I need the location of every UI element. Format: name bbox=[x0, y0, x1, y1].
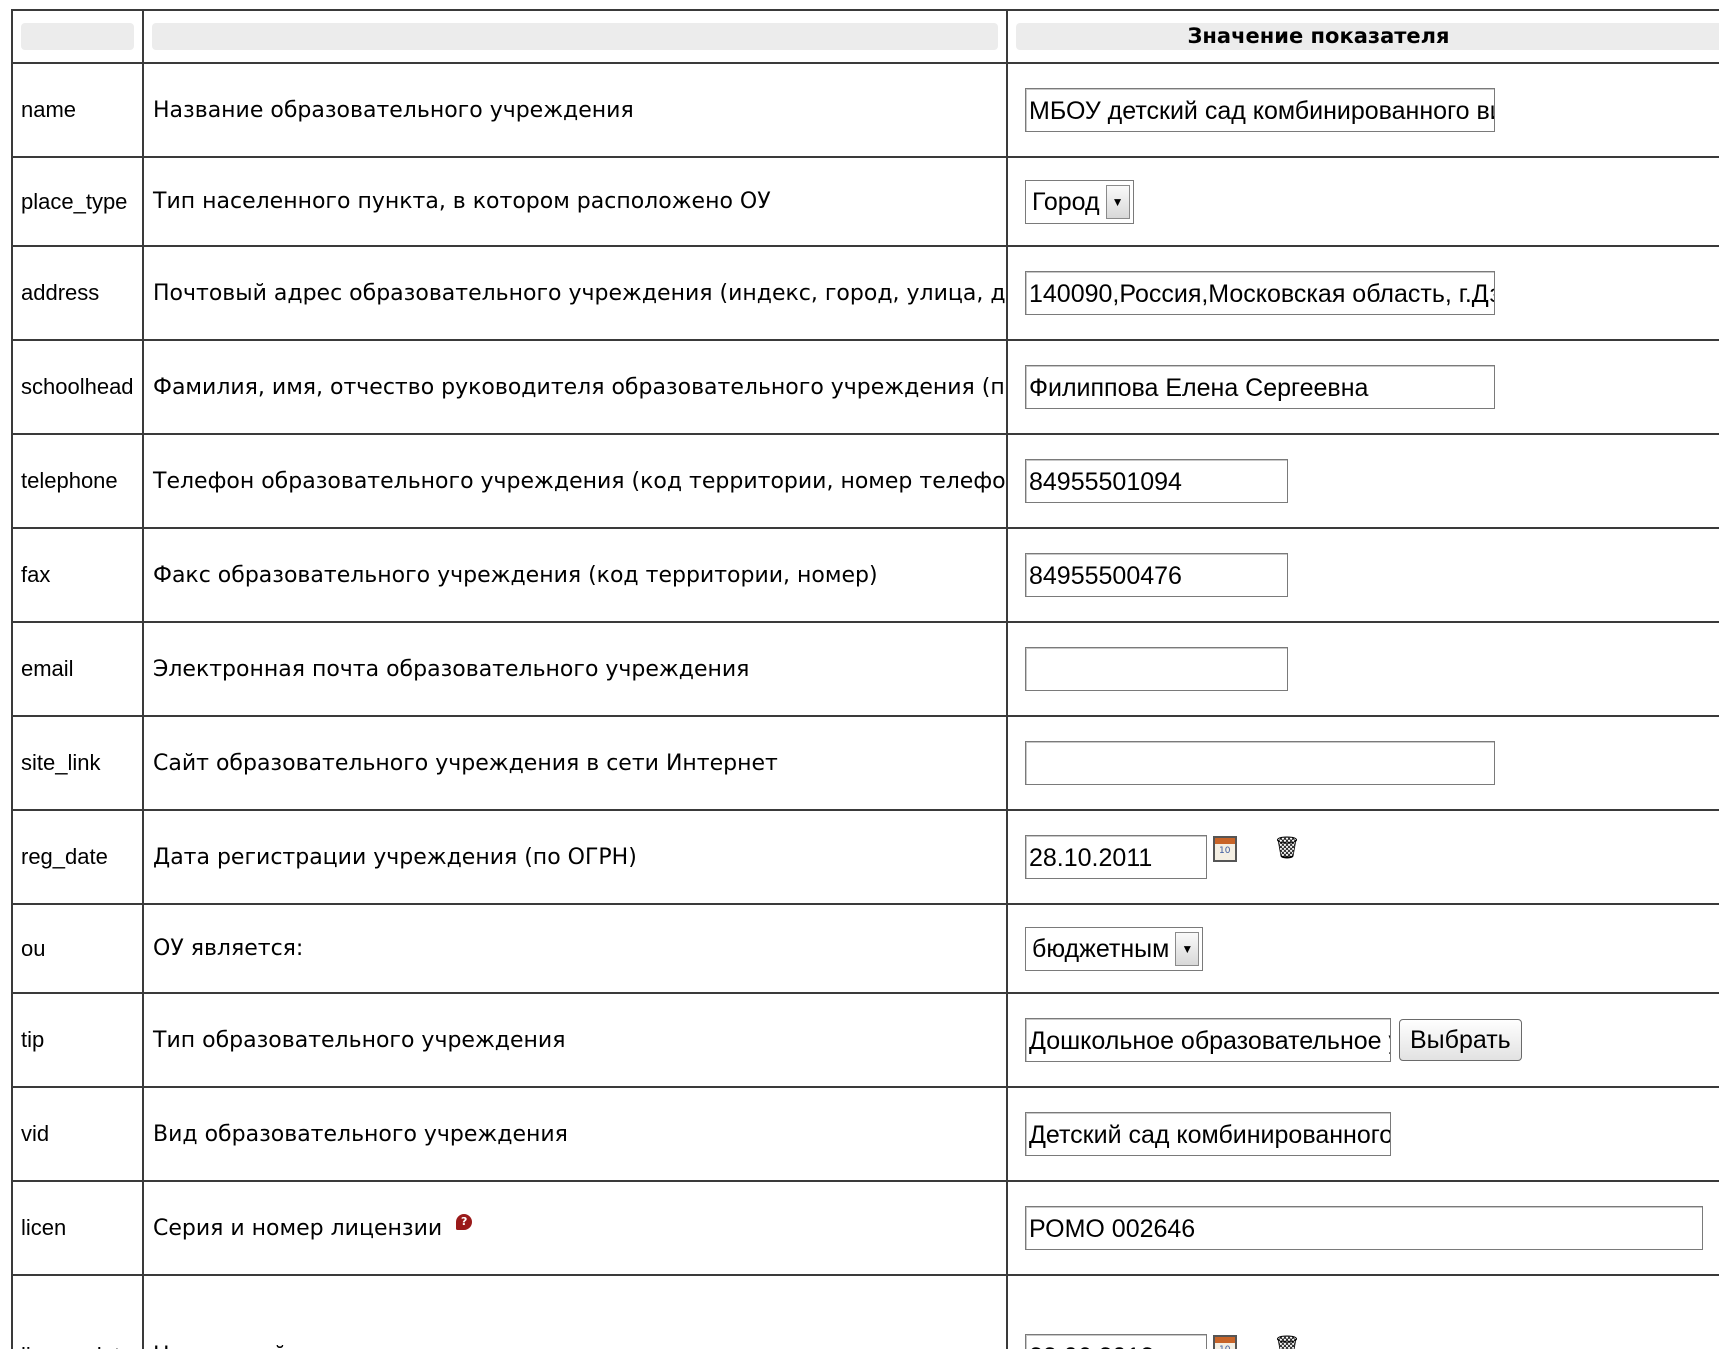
field-label: Вид образовательного учреждения bbox=[142, 1086, 1008, 1182]
table-row: telephone Телефон образовательного учреж… bbox=[11, 433, 1719, 529]
place-type-selected: Город bbox=[1032, 187, 1100, 216]
vid-input[interactable]: Детский сад комбинированного ви, bbox=[1025, 1112, 1391, 1156]
field-label: Начало действия лицензии bbox=[142, 1274, 1008, 1349]
site-link-input[interactable] bbox=[1025, 741, 1495, 785]
header-cell-value: Значение показателя bbox=[1006, 9, 1719, 64]
field-code: licen bbox=[11, 1180, 144, 1276]
table-row: email Электронная почта образовательного… bbox=[11, 621, 1719, 717]
field-code: tip bbox=[11, 992, 144, 1088]
header-cell-label bbox=[142, 9, 1008, 64]
field-label: Дата регистрации учреждения (по ОГРН) bbox=[142, 809, 1008, 905]
field-code: place_type bbox=[11, 156, 144, 247]
field-value-cell: 84955501094 bbox=[1006, 433, 1719, 529]
calendar-icon[interactable] bbox=[1213, 836, 1237, 862]
licen-sdate-wrap: 22.06.2012 🗑 bbox=[1025, 1334, 1719, 1349]
field-value-cell: 84955500476 bbox=[1006, 527, 1719, 623]
chevron-down-icon[interactable]: ▼ bbox=[1105, 184, 1130, 219]
table-row: vid Вид образовательного учреждения Детс… bbox=[11, 1086, 1719, 1182]
field-value-cell: Город ▼ bbox=[1006, 156, 1719, 247]
table-header-row: Значение показателя bbox=[11, 9, 1719, 64]
field-value-cell: Филиппова Елена Сергеевна bbox=[1006, 339, 1719, 435]
field-label-text: Начало действия лицензии bbox=[153, 1334, 1005, 1349]
table-row: address Почтовый адрес образовательного … bbox=[11, 245, 1719, 341]
reg-date-input[interactable]: 28.10.2011 bbox=[1025, 835, 1207, 879]
field-label: Тип населенного пункта, в котором распол… bbox=[142, 156, 1008, 247]
form-sheet: Значение показателя name Название образо… bbox=[0, 0, 1719, 1349]
field-code: licen_sdate bbox=[11, 1274, 144, 1349]
field-code: name bbox=[11, 62, 144, 158]
licen-sdate-input[interactable]: 22.06.2012 bbox=[1025, 1334, 1207, 1349]
field-code: vid bbox=[11, 1086, 144, 1182]
calendar-icon[interactable] bbox=[1213, 1335, 1237, 1349]
field-label: Фамилия, имя, отчество руководителя обра… bbox=[142, 339, 1008, 435]
field-code: site_link bbox=[11, 715, 144, 811]
table-row: ou ОУ является: бюджетным ▼ bbox=[11, 903, 1719, 994]
field-value-cell bbox=[1006, 621, 1719, 717]
field-value-cell: МБОУ детский сад комбинированного вида I bbox=[1006, 62, 1719, 158]
licen-label-text: Серия и номер лицензии bbox=[153, 1215, 443, 1241]
field-code-text: licen_sdate bbox=[21, 1334, 141, 1349]
trash-icon[interactable]: 🗑 bbox=[1273, 838, 1301, 860]
field-label: Почтовый адрес образовательного учрежден… bbox=[142, 245, 1008, 341]
field-value-cell: 28.10.2011 🗑 bbox=[1006, 809, 1719, 905]
table-row: tip Тип образовательного учреждения Дошк… bbox=[11, 992, 1719, 1088]
choose-button[interactable]: Выбрать bbox=[1399, 1019, 1522, 1061]
field-label: Название образовательного учреждения bbox=[142, 62, 1008, 158]
indicator-table: Значение показателя name Название образо… bbox=[11, 9, 1719, 1349]
trash-icon[interactable]: 🗑 bbox=[1273, 1337, 1301, 1349]
schoolhead-input[interactable]: Филиппова Елена Сергеевна bbox=[1025, 365, 1495, 409]
field-code: ou bbox=[11, 903, 144, 994]
header-value-title: Значение показателя bbox=[1187, 24, 1450, 48]
field-label: Электронная почта образовательного учреж… bbox=[142, 621, 1008, 717]
fax-input[interactable]: 84955500476 bbox=[1025, 553, 1288, 597]
field-label: Серия и номер лицензии? bbox=[142, 1180, 1008, 1276]
field-code: telephone bbox=[11, 433, 144, 529]
table-row: schoolhead Фамилия, имя, отчество руково… bbox=[11, 339, 1719, 435]
table-row: reg_date Дата регистрации учреждения (по… bbox=[11, 809, 1719, 905]
table-row: licen Серия и номер лицензии? РОМО 00264… bbox=[11, 1180, 1719, 1276]
field-label: Факс образовательного учреждения (код те… bbox=[142, 527, 1008, 623]
table-row: licen_sdate Начало действия лицензии 22.… bbox=[11, 1274, 1719, 1349]
field-code: fax bbox=[11, 527, 144, 623]
table-row: site_link Сайт образовательного учрежден… bbox=[11, 715, 1719, 811]
ou-selected: бюджетным bbox=[1032, 934, 1170, 963]
tip-input[interactable]: Дошкольное образовательное учре bbox=[1025, 1018, 1391, 1062]
ou-select[interactable]: бюджетным ▼ bbox=[1025, 926, 1204, 971]
chevron-down-icon[interactable]: ▼ bbox=[1175, 931, 1200, 966]
table-row: fax Факс образовательного учреждения (ко… bbox=[11, 527, 1719, 623]
field-value-cell: Дошкольное образовательное учреВыбрать bbox=[1006, 992, 1719, 1088]
name-input[interactable]: МБОУ детский сад комбинированного вида I bbox=[1025, 88, 1495, 132]
address-input[interactable]: 140090,Россия,Московская область, г.Дзер… bbox=[1025, 271, 1495, 315]
licen-input[interactable]: РОМО 002646 bbox=[1025, 1206, 1703, 1250]
table-row: name Название образовательного учреждени… bbox=[11, 62, 1719, 158]
field-value-cell: 140090,Россия,Московская область, г.Дзер… bbox=[1006, 245, 1719, 341]
field-label: ОУ является: bbox=[142, 903, 1008, 994]
table-row: place_type Тип населенного пункта, в кот… bbox=[11, 156, 1719, 247]
email-input[interactable] bbox=[1025, 647, 1288, 691]
field-label: Тип образовательного учреждения bbox=[142, 992, 1008, 1088]
field-code: schoolhead bbox=[11, 339, 144, 435]
field-value-cell bbox=[1006, 715, 1719, 811]
field-code: email bbox=[11, 621, 144, 717]
field-code: address bbox=[11, 245, 144, 341]
field-value-cell: бюджетным ▼ bbox=[1006, 903, 1719, 994]
field-value-cell: РОМО 002646 bbox=[1006, 1180, 1719, 1276]
help-icon[interactable]: ? bbox=[456, 1213, 473, 1230]
field-code: reg_date bbox=[11, 809, 144, 905]
field-value-cell: Детский сад комбинированного ви, bbox=[1006, 1086, 1719, 1182]
place-type-select[interactable]: Город ▼ bbox=[1025, 179, 1134, 224]
header-cell-code bbox=[11, 9, 144, 64]
field-label: Телефон образовательного учреждения (код… bbox=[142, 433, 1008, 529]
field-value-cell: 22.06.2012 🗑 bbox=[1006, 1274, 1719, 1349]
field-label: Сайт образовательного учреждения в сети … bbox=[142, 715, 1008, 811]
telephone-input[interactable]: 84955501094 bbox=[1025, 459, 1288, 503]
